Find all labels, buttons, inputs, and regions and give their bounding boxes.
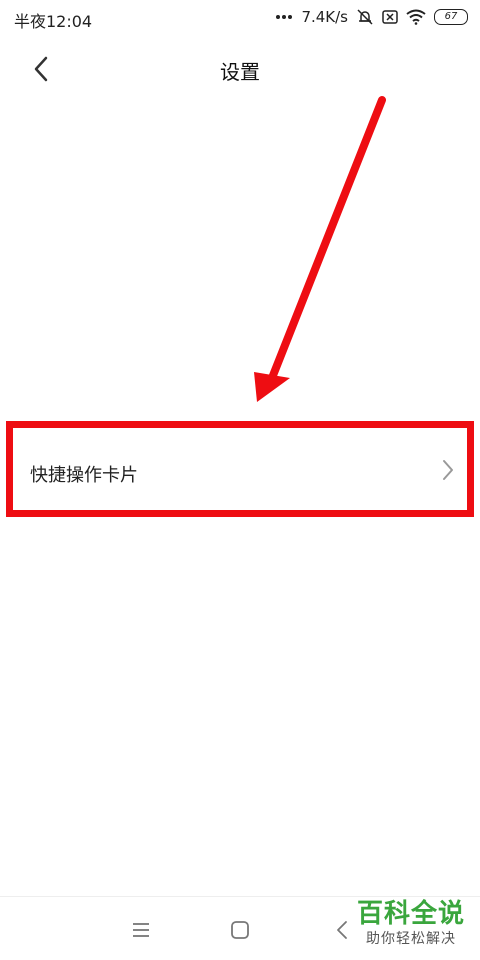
- status-time: 半夜12:04: [14, 12, 93, 31]
- network-speed: 7.4K/s: [301, 8, 348, 26]
- watermark: 百科全说 助你轻松解决: [356, 898, 466, 948]
- menu-icon[interactable]: [130, 919, 152, 941]
- more-dots-icon: [275, 14, 293, 20]
- status-icons: 7.4K/s 67: [275, 6, 468, 28]
- mute-icon: [356, 8, 374, 26]
- page-title: 设置: [220, 60, 260, 84]
- battery-icon: 67: [434, 9, 468, 25]
- wifi-icon: [406, 9, 426, 25]
- watermark-sub: 助你轻松解决: [366, 931, 456, 947]
- back-icon[interactable]: [332, 919, 354, 941]
- home-icon[interactable]: [229, 919, 251, 941]
- chevron-right-icon: [441, 458, 455, 486]
- sim-icon: [382, 10, 398, 24]
- settings-item-quick-action-card[interactable]: 快捷操作卡片: [6, 421, 474, 517]
- header: 设置: [0, 44, 480, 94]
- settings-item-label: 快捷操作卡片: [30, 465, 138, 486]
- status-bar: 半夜12:04 7.4K/s 67: [0, 0, 480, 36]
- watermark-main: 百科全说: [356, 899, 465, 929]
